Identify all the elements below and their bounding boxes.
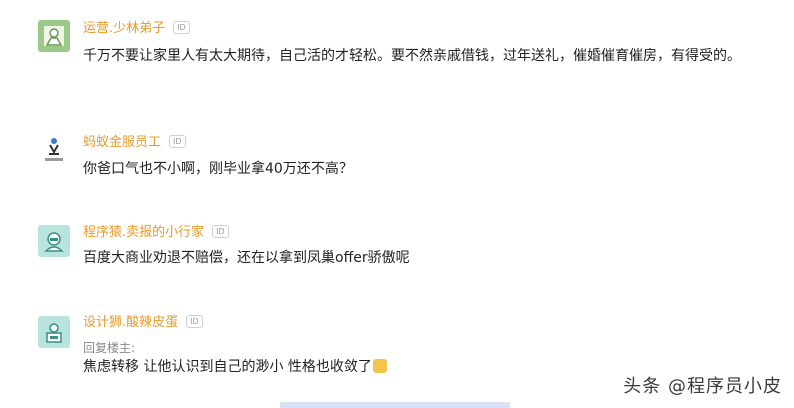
bottom-link-strip (280, 402, 510, 408)
author-name[interactable]: 程序猿.卖报的小行家 (83, 225, 204, 240)
comment-text: 你爸口气也不小啊，刚毕业拿40万还不高？ (83, 161, 353, 177)
comment-text: 百度大商业劝退不赔偿，还在以拿到凤巢offer骄傲呢 (83, 250, 410, 266)
id-badge: ID (186, 315, 203, 328)
author-name[interactable]: 蚂蚁金服员工 (83, 135, 161, 150)
author-name[interactable]: 设计狮.酸辣皮蛋 (83, 315, 178, 330)
user-avatar-icon (44, 26, 64, 46)
user-avatar-icon (46, 323, 62, 343)
author-name[interactable]: 运营.少林弟子 (83, 21, 165, 36)
avatar[interactable] (38, 316, 70, 348)
avatar[interactable] (38, 133, 70, 165)
face-emoji-icon (372, 359, 387, 373)
watermark: 头条 @程序员小皮 (623, 376, 782, 397)
ant-logo-icon (45, 138, 63, 161)
id-badge: ID (169, 135, 186, 148)
id-badge: ID (173, 21, 190, 34)
avatar[interactable] (38, 225, 70, 257)
avatar[interactable] (38, 20, 70, 52)
id-badge: ID (212, 225, 229, 238)
comment-text: 焦虑转移 让他认识到自己的渺小 性格也收敛了 (83, 359, 372, 375)
user-avatar-icon (44, 232, 64, 252)
reply-label: 回复楼主: (83, 341, 136, 355)
comment-text: 千万不要让家里人有太大期待，自己活的才轻松。要不然亲戚借钱，过年送礼，催婚催育催… (83, 48, 741, 64)
